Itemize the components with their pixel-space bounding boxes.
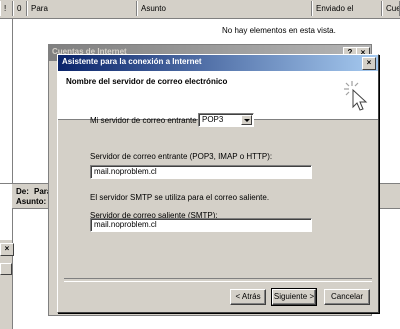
next-button[interactable]: Siguiente >: [271, 288, 317, 306]
incoming-type-label: Mi servidor de correo entrante es: [90, 116, 208, 125]
wizard-titlebar: Asistente para la conexión a Internet ×: [58, 55, 378, 71]
preview-subject-label: Asunto:: [16, 197, 47, 206]
column-account[interactable]: Cue: [382, 1, 400, 16]
incoming-type-select[interactable]: POP3: [198, 113, 254, 127]
chevron-down-icon[interactable]: [241, 115, 252, 125]
wizard-step-title: Nombre del servidor de correo electrónic…: [66, 77, 228, 86]
close-icon[interactable]: ×: [362, 57, 376, 70]
column-priority[interactable]: !: [0, 1, 13, 16]
column-attachment[interactable]: 0: [13, 1, 27, 16]
column-to[interactable]: Para: [27, 1, 137, 16]
preview-to-label: De:: [16, 187, 29, 196]
wizard-cursor-icon: [344, 81, 368, 111]
back-button[interactable]: < Atrás: [230, 289, 266, 305]
cancel-button[interactable]: Cancelar: [324, 289, 370, 305]
wizard-title: Asistente para la conexión a Internet: [62, 57, 202, 66]
incoming-type-value: POP3: [202, 115, 224, 124]
column-sent[interactable]: Enviado el: [312, 1, 382, 16]
message-list-header: ! 0 Para Asunto Enviado el Cue: [0, 0, 400, 19]
empty-list-message: No hay elementos en esta vista.: [222, 26, 336, 35]
lower-left-pane: ×: [0, 240, 14, 329]
incoming-server-input[interactable]: mail.noproblem.cl: [90, 165, 312, 179]
incoming-server-label: Servidor de correo entrante (POP3, IMAP …: [90, 152, 273, 161]
connection-wizard-dialog: Asistente para la conexión a Internet × …: [57, 54, 379, 313]
button-separator: [64, 278, 372, 282]
column-subject[interactable]: Asunto: [137, 1, 312, 16]
close-icon[interactable]: ×: [0, 243, 14, 256]
smtp-note: El servidor SMTP se utiliza para el corr…: [90, 193, 270, 202]
scroll-up-button[interactable]: [0, 263, 12, 275]
outgoing-server-input[interactable]: mail.noproblem.cl: [90, 218, 312, 232]
